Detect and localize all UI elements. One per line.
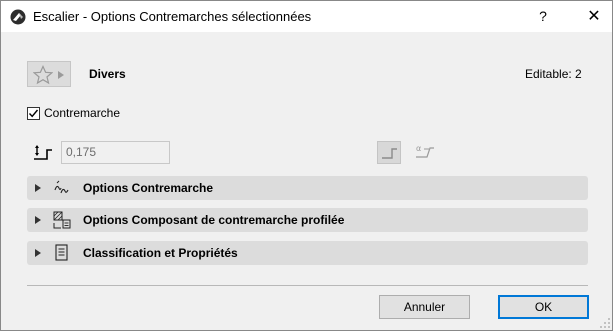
title-bar[interactable]: Escalier - Options Contremarches sélecti… bbox=[1, 1, 612, 32]
resize-grip-icon[interactable] bbox=[599, 317, 611, 329]
svg-text:α: α bbox=[416, 144, 421, 153]
help-button[interactable]: ? bbox=[526, 1, 560, 32]
expand-arrow-icon bbox=[35, 216, 41, 224]
chevron-right-icon bbox=[58, 71, 64, 79]
vertical-riser-button[interactable] bbox=[377, 141, 401, 164]
archicad-logo-icon bbox=[10, 9, 26, 25]
expand-arrow-icon bbox=[35, 184, 41, 192]
editable-count: Editable: 2 bbox=[525, 67, 582, 81]
section-profiled-riser-component[interactable]: Options Composant de contremarche profil… bbox=[27, 208, 588, 232]
properties-icon bbox=[55, 244, 68, 261]
vertical-riser-icon bbox=[382, 148, 397, 159]
riser-checkbox[interactable] bbox=[27, 107, 40, 120]
slanted-riser-icon: α bbox=[416, 144, 434, 158]
riser-height-icon bbox=[34, 145, 52, 160]
favorites-button[interactable] bbox=[27, 61, 71, 87]
window-title: Escalier - Options Contremarches sélecti… bbox=[33, 9, 312, 24]
section-label: Classification et Propriétés bbox=[83, 246, 238, 260]
close-button[interactable]: ✕ bbox=[576, 1, 612, 32]
expand-arrow-icon bbox=[35, 249, 41, 257]
checkmark-icon bbox=[28, 109, 39, 118]
section-riser-options[interactable]: Options Contremarche bbox=[27, 176, 588, 200]
profile-component-icon bbox=[53, 211, 71, 229]
section-classification-properties[interactable]: Classification et Propriétés bbox=[27, 241, 588, 265]
ok-button[interactable]: OK bbox=[498, 295, 589, 319]
section-label: Options Contremarche bbox=[83, 181, 214, 195]
footer-divider bbox=[27, 285, 588, 286]
riser-options-icon bbox=[54, 180, 69, 194]
cancel-button[interactable]: Annuler bbox=[379, 295, 470, 319]
star-icon bbox=[33, 65, 53, 85]
riser-height-field[interactable]: 0,175 bbox=[61, 141, 170, 164]
riser-checkbox-label[interactable]: Contremarche bbox=[44, 106, 120, 120]
dialog-window: Escalier - Options Contremarches sélecti… bbox=[0, 0, 613, 331]
section-label: Options Composant de contremarche profil… bbox=[83, 213, 345, 227]
slanted-riser-button[interactable]: α bbox=[413, 141, 437, 164]
panel-title: Divers bbox=[89, 67, 126, 81]
